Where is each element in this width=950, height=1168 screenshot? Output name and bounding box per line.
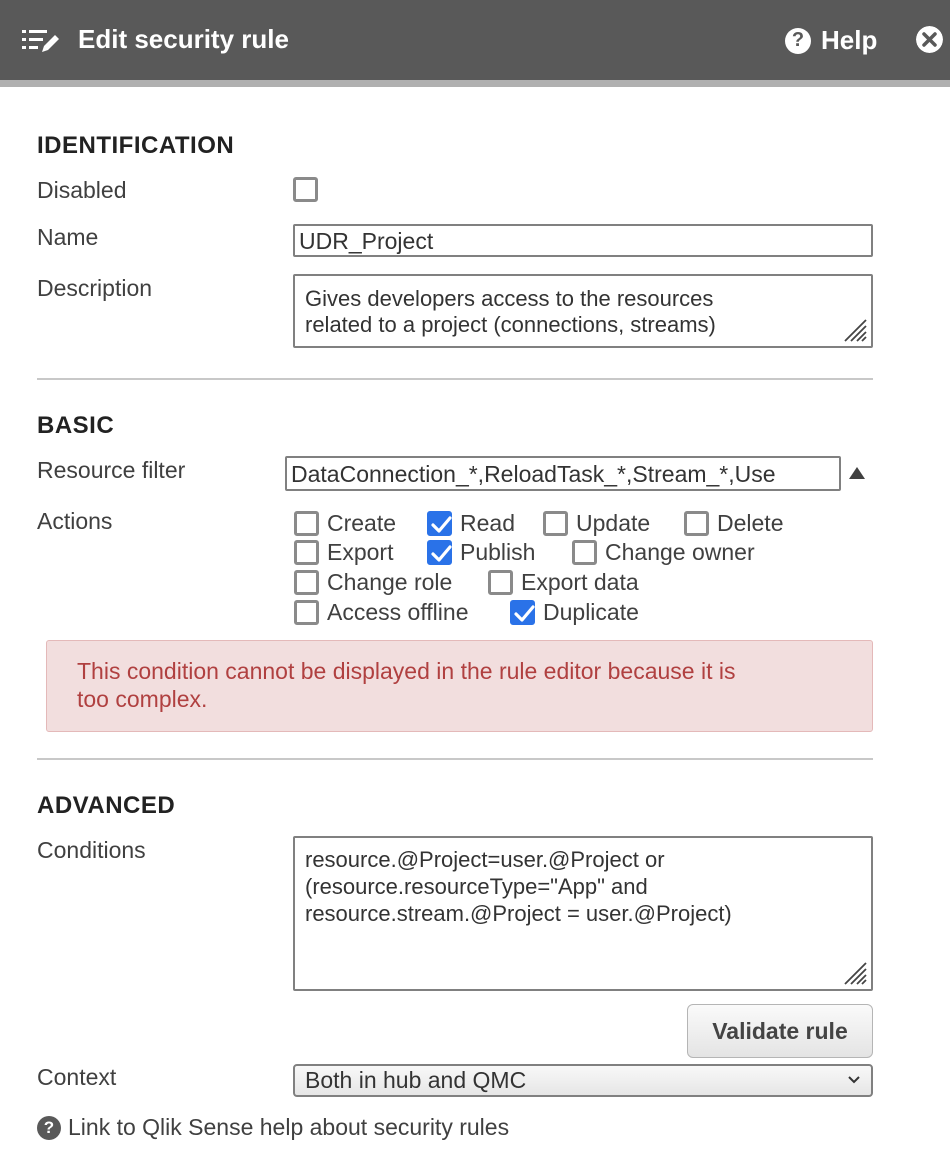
action-label: Export data: [521, 568, 639, 595]
action-checkbox[interactable]: [684, 510, 709, 536]
context-select[interactable]: Both in hub and QMC: [293, 1064, 873, 1097]
name-field[interactable]: UDR_Project: [293, 224, 873, 257]
action-checkbox[interactable]: [488, 569, 513, 595]
security-rules-help-link[interactable]: ? Link to Qlik Sense help about security…: [37, 1114, 509, 1141]
disabled-label: Disabled: [37, 177, 127, 203]
triangle-up-icon[interactable]: [848, 466, 866, 480]
description-line: Gives developers access to the resources: [305, 286, 714, 311]
checkmark-icon: [514, 604, 535, 622]
action-change-owner[interactable]: Change owner: [572, 537, 755, 567]
action-delete[interactable]: Delete: [684, 508, 783, 538]
action-export[interactable]: Export: [294, 537, 393, 567]
context-label: Context: [37, 1064, 117, 1090]
description-field[interactable]: Gives developers access to the resources…: [293, 274, 873, 348]
action-label: Change role: [327, 568, 453, 595]
warning-line: This condition cannot be displayed in th…: [77, 658, 736, 684]
dialog-title: Edit security rule: [78, 24, 289, 54]
resource-filter-field[interactable]: DataConnection_*,ReloadTask_*,Stream_*,U…: [285, 456, 841, 491]
action-checkbox[interactable]: [427, 510, 452, 536]
description-line: related to a project (connections, strea…: [305, 312, 716, 337]
conditions-line: resource.@Project=user.@Project or: [305, 847, 665, 872]
action-export-data[interactable]: Export data: [488, 567, 639, 597]
action-label: Update: [576, 509, 651, 536]
identification-heading: IDENTIFICATION: [37, 132, 235, 159]
close-icon[interactable]: [916, 26, 943, 53]
title-bar: Edit security rule ? Help: [0, 0, 950, 87]
action-checkbox[interactable]: [294, 599, 319, 625]
disabled-checkbox[interactable]: [293, 177, 318, 202]
action-checkbox[interactable]: [294, 569, 319, 595]
action-label: Read: [460, 509, 515, 536]
divider: [37, 758, 873, 760]
validate-rule-button[interactable]: Validate rule: [687, 1004, 873, 1058]
checkmark-icon: [431, 515, 452, 533]
checkmark-icon: [431, 544, 452, 562]
help-link-text: Link to Qlik Sense help about security r…: [68, 1114, 510, 1140]
help-icon: ?: [37, 1115, 61, 1140]
edit-list-icon: [22, 30, 59, 52]
action-label: Delete: [717, 509, 784, 536]
basic-heading: BASIC: [37, 412, 115, 439]
conditions-line: (resource.resourceType="App" and: [305, 874, 648, 899]
complex-condition-warning: This condition cannot be displayed in th…: [46, 640, 873, 732]
help-icon: ?: [785, 27, 811, 54]
chevron-down-icon: [848, 1076, 860, 1084]
resize-grip-icon[interactable]: [841, 316, 867, 342]
action-checkbox[interactable]: [572, 539, 597, 565]
action-checkbox[interactable]: [294, 510, 319, 536]
action-checkbox[interactable]: [543, 510, 568, 536]
action-change-role[interactable]: Change role: [294, 567, 452, 597]
action-label: Export: [327, 538, 394, 565]
resize-grip-icon[interactable]: [841, 959, 867, 985]
action-label: Publish: [460, 538, 536, 565]
action-checkbox[interactable]: [510, 599, 535, 625]
action-access-offline[interactable]: Access offline: [294, 597, 468, 627]
help-button[interactable]: ? Help: [785, 25, 877, 56]
warning-line: too complex.: [77, 686, 208, 712]
context-selected-value: Both in hub and QMC: [305, 1067, 527, 1093]
action-create[interactable]: Create: [294, 508, 396, 538]
divider: [37, 378, 873, 380]
resource-filter-label: Resource filter: [37, 457, 186, 483]
action-label: Duplicate: [543, 598, 639, 625]
action-publish[interactable]: Publish: [427, 537, 535, 567]
conditions-label: Conditions: [37, 837, 146, 863]
action-checkbox[interactable]: [294, 539, 319, 565]
action-label: Access offline: [327, 598, 469, 625]
conditions-line: resource.stream.@Project = user.@Project…: [305, 901, 732, 926]
name-label: Name: [37, 224, 99, 250]
help-label: Help: [821, 25, 878, 55]
actions-label: Actions: [37, 508, 113, 534]
action-checkbox[interactable]: [427, 539, 452, 565]
action-label: Change owner: [605, 538, 755, 565]
action-update[interactable]: Update: [543, 508, 650, 538]
action-duplicate[interactable]: Duplicate: [510, 597, 639, 627]
conditions-field[interactable]: resource.@Project=user.@Project or (reso…: [293, 836, 873, 991]
action-label: Create: [327, 509, 397, 536]
advanced-heading: ADVANCED: [37, 792, 176, 819]
description-label: Description: [37, 275, 153, 301]
action-read[interactable]: Read: [427, 508, 515, 538]
